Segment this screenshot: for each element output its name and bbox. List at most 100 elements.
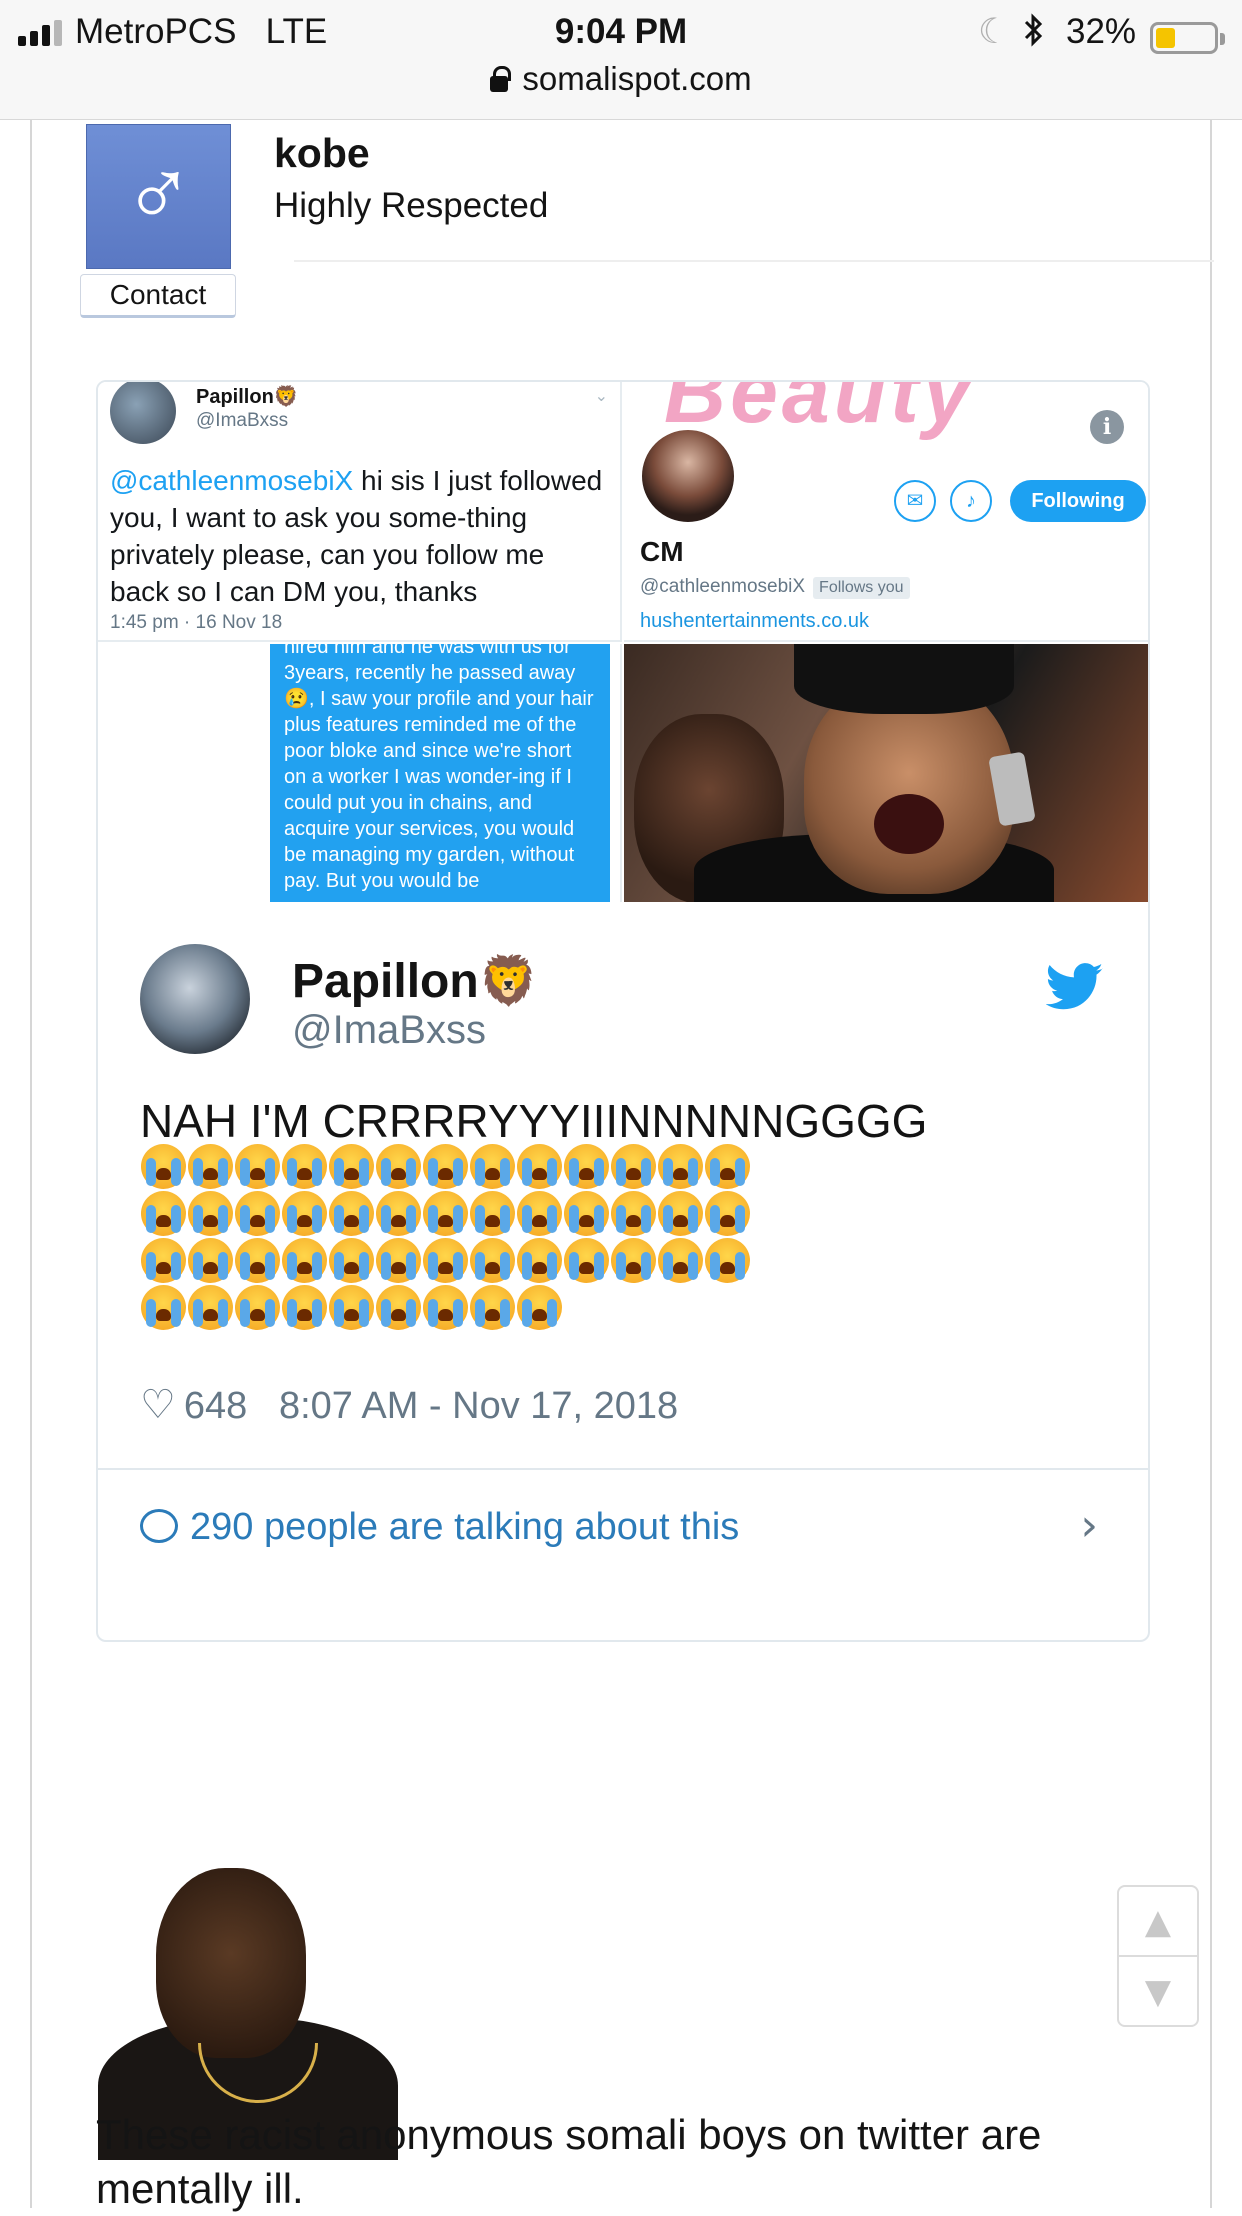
crying-emoji-icon [235,1285,280,1330]
crying-emoji-icon [188,1238,233,1283]
tweet-datetime[interactable]: 8:07 AM - Nov 17, 2018 [279,1385,678,1427]
crying-emoji-icon [329,1285,374,1330]
bell-icon: ♪ [950,480,992,522]
crying-emoji-icon [376,1191,421,1236]
status-bar: MetroPCS LTE 9:04 PM ☾ 32% somalispot.co… [0,0,1242,120]
profile-handle: @cathleenmosebiX Follows you [640,576,910,599]
mention-link: @cathleenmosebiX [110,465,354,496]
crying-emoji-icon [141,1191,186,1236]
crying-emoji-icon [470,1144,515,1189]
crying-emoji-icon [423,1191,468,1236]
cap [794,644,1014,714]
crying-emoji-icon [329,1238,374,1283]
crying-emoji-icon [564,1191,609,1236]
media-dm-screenshot[interactable]: hired him and he was with us for 3years,… [98,644,622,902]
crying-emoji-icon [705,1191,750,1236]
screenshot-tweet-text: @cathleenmosebiX hi sis I just followed … [110,465,603,607]
crying-emoji-icon [141,1238,186,1283]
crying-emoji-icon [470,1238,515,1283]
crying-emoji-icon [611,1144,656,1189]
battery-icon [1150,22,1225,54]
crying-emoji-icon [376,1238,421,1283]
lock-icon [490,66,512,92]
screenshot-author-name: Papillon🦁 [196,386,299,408]
moon-icon: ☾ [978,12,1010,51]
scroll-controls: ▲ ▼ [1117,1885,1199,2027]
crying-emoji-icon [282,1238,327,1283]
crying-emoji-icon [705,1238,750,1283]
crying-emoji-icon [517,1144,562,1189]
man-portrait [156,1868,306,2058]
profile-link: hushentertainments.co.uk [640,610,870,632]
tweet-embed[interactable]: Papillon🦁 @ImaBxss ⌄ @cathleenmosebiX hi… [96,380,1150,1642]
battery-percent: 32% [1066,12,1137,51]
scroll-down-button[interactable]: ▼ [1119,1957,1197,2027]
twitter-bird-icon[interactable] [1046,962,1104,1012]
tweet-author-name[interactable]: Papillon🦁 [292,952,538,1009]
crying-emoji-icon [235,1238,280,1283]
crying-emoji-icon [658,1191,703,1236]
crying-emoji-icon [423,1144,468,1189]
media-photo[interactable] [624,644,1148,902]
avatar [110,382,176,444]
heart-icon[interactable]: ♡ [140,1382,176,1428]
like-count[interactable]: 648 [184,1385,247,1427]
speech-bubble-icon [140,1509,178,1543]
tweet-avatar[interactable] [140,944,250,1054]
url-text: somalispot.com [522,60,752,97]
divider [294,260,1214,262]
user-title: Highly Respected [274,186,549,225]
crying-emoji-icon [188,1191,233,1236]
crying-emoji-icon [470,1191,515,1236]
screenshot-author-handle: @ImaBxss [196,410,289,431]
mail-icon: ✉ [894,480,936,522]
following-button: Following [1010,480,1146,522]
media-screenshot-tweet[interactable]: Papillon🦁 @ImaBxss ⌄ @cathleenmosebiX hi… [98,382,622,642]
crying-emoji-icon [329,1144,374,1189]
crying-emoji-icon [564,1238,609,1283]
tweet-meta: ♡ 648 8:07 AM - Nov 17, 2018 [140,1382,678,1428]
tweet-text: NAH I'M CRRRRYYYIIINNNNNGGGG [140,1095,928,1147]
crying-emoji-icon [141,1285,186,1330]
follows-you-badge: Follows you [813,577,910,599]
info-icon: i [1090,410,1124,444]
address-bar[interactable]: somalispot.com [0,60,1242,98]
crying-emoji-icon [141,1144,186,1189]
crying-emoji-icon [329,1191,374,1236]
crying-emoji-icon [235,1144,280,1189]
forum-post: ♂ Contact kobe Highly Respected Papillon… [30,120,1214,2212]
crying-emoji-icon [517,1285,562,1330]
contact-button[interactable]: Contact [80,274,236,318]
profile-name: CM [640,536,684,567]
crying-emoji-icon [517,1191,562,1236]
scroll-up-button[interactable]: ▲ [1119,1887,1197,1957]
crying-emoji-icon [235,1191,280,1236]
user-avatar[interactable]: ♂ [86,124,231,269]
screenshot-tweet-time: 1:45 pm · 16 Nov 18 [110,612,283,633]
chevron-right-icon[interactable]: › [1080,1500,1098,1551]
tweet-author-handle[interactable]: @ImaBxss [292,1008,486,1053]
profile-avatar [638,426,738,526]
tweet-media-grid[interactable]: Papillon🦁 @ImaBxss ⌄ @cathleenmosebiX hi… [98,382,1148,902]
post-body-text: These racist anonymous somali boys on tw… [96,2111,1042,2212]
crying-emoji-icon [611,1238,656,1283]
crying-emoji-icon [423,1238,468,1283]
username[interactable]: kobe [274,130,370,177]
clock: 9:04 PM [554,12,688,51]
dm-message: hired him and he was with us for 3years,… [270,644,610,902]
crying-emoji-icon [423,1285,468,1330]
crying-emoji-icon [282,1191,327,1236]
crying-emoji-icon [282,1144,327,1189]
crying-emoji-icon [282,1285,327,1330]
crying-emoji-icon [188,1144,233,1189]
crying-emoji-icon [658,1144,703,1189]
crying-emoji-icon [658,1238,703,1283]
media-profile-screenshot[interactable]: Beauty i ✉ ♪ Following CM @cathleenmoseb… [624,382,1148,642]
crying-emoji-icon [376,1285,421,1330]
divider [98,1468,1148,1470]
crying-emoji-icon [705,1144,750,1189]
talking-link[interactable]: 290 people are talking about this [140,1506,739,1549]
crying-emoji-icon [376,1144,421,1189]
crying-emoji-icon [564,1144,609,1189]
crying-emoji-icon [611,1191,656,1236]
